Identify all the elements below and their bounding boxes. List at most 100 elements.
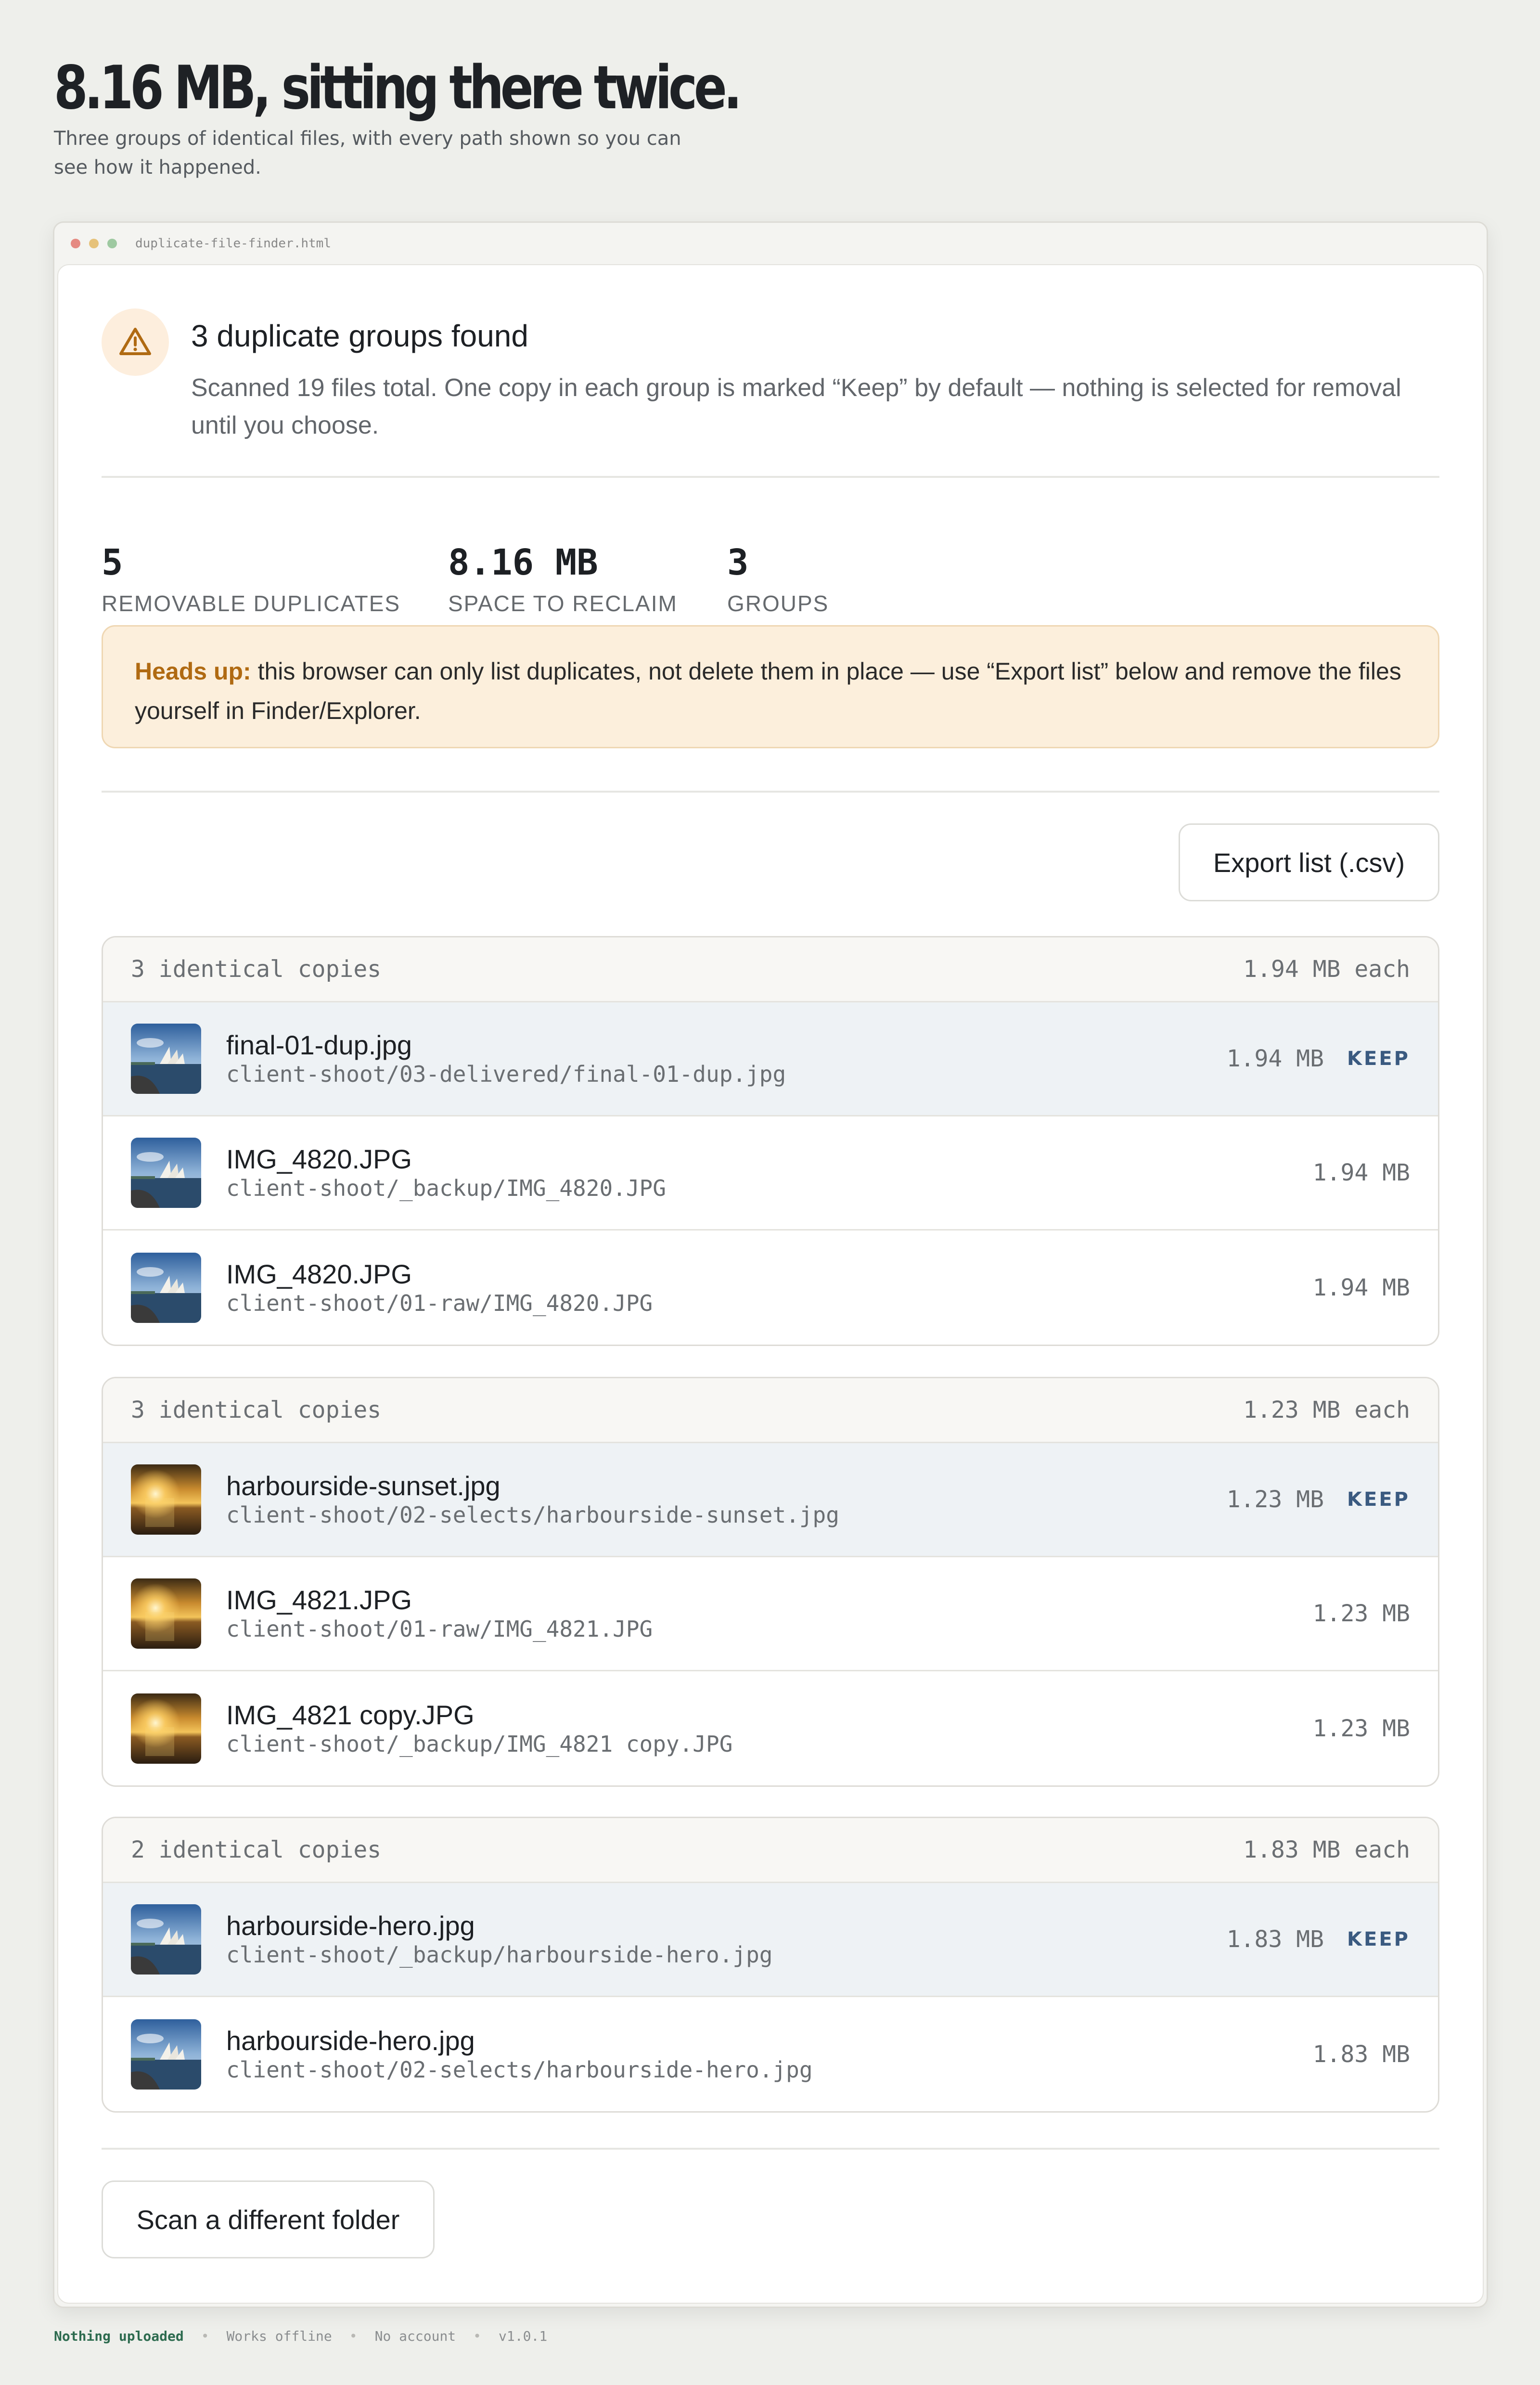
- scan-different-folder-button[interactable]: Scan a different folder: [102, 2180, 435, 2258]
- app-panel: 3 duplicate groups found Scanned 19 file…: [57, 264, 1484, 2304]
- minimize-window-dot[interactable]: [89, 239, 99, 248]
- file-row[interactable]: harbourside-hero.jpg client-shoot/_backup…: [103, 1883, 1438, 1997]
- file-name: IMG_4821.JPG: [226, 1585, 412, 1615]
- keep-badge: KEEP: [1347, 1488, 1410, 1511]
- opera-house-thumbnail: [131, 2019, 201, 2090]
- opera-house-thumbnail: [131, 1138, 201, 1208]
- alert-description: Scanned 19 files total. One copy in each…: [191, 374, 1401, 439]
- duplicate-group: 3 identical copies 1.23 MB each harboursid…: [102, 1377, 1439, 1787]
- page-subtitle: Three groups of identical files, with ev…: [54, 128, 681, 179]
- keep-badge: KEEP: [1347, 1048, 1410, 1070]
- heads-up-notice: Heads up: this browser can only list dup…: [102, 625, 1439, 748]
- file-row[interactable]: IMG_4820.JPG client-shoot/01-raw/IMG_4820…: [103, 1231, 1438, 1345]
- browser-window: duplicate-file-finder.html 3 duplicate g…: [53, 221, 1488, 2308]
- window-titlebar: duplicate-file-finder.html: [54, 223, 1487, 264]
- group-size-each: 1.94 MB each: [1243, 956, 1410, 983]
- stat-space: 8.16 MB SPACE TO RECLAIM: [448, 543, 678, 616]
- file-name: harbourside-hero.jpg: [226, 1911, 475, 1941]
- maximize-window-dot[interactable]: [107, 239, 117, 248]
- group-size-each: 1.23 MB each: [1243, 1397, 1410, 1423]
- file-size: 1.23 MB: [1312, 1715, 1410, 1742]
- footer-separator: •: [349, 2328, 358, 2344]
- file-path: client-shoot/03-delivered/final-01-dup.j…: [226, 1061, 786, 1087]
- file-row[interactable]: IMG_4821 copy.JPG client-shoot/_backup/IM…: [103, 1671, 1438, 1785]
- file-row[interactable]: IMG_4821.JPG client-shoot/01-raw/IMG_4821…: [103, 1557, 1438, 1671]
- file-info: harbourside-hero.jpg client-shoot/02-sele…: [226, 2026, 1313, 2083]
- notice-text: this browser can only list duplicates, n…: [135, 658, 1401, 724]
- file-info: final-01-dup.jpg client-shoot/03-delivere…: [226, 1030, 1227, 1088]
- file-name: harbourside-hero.jpg: [226, 2025, 475, 2056]
- file-size: 1.23 MB: [1312, 1600, 1410, 1627]
- file-path: client-shoot/01-raw/IMG_4820.JPG: [226, 1290, 653, 1316]
- stat-value: 8.16 MB: [448, 542, 598, 583]
- file-path: client-shoot/_backup/harbourside-hero.jp…: [226, 1942, 773, 1968]
- group-header: 3 identical copies 1.94 MB each: [103, 937, 1438, 1002]
- footer-separator: •: [201, 2328, 209, 2344]
- group-copies-count: 3 identical copies: [131, 1397, 382, 1423]
- sunset-thumbnail: [131, 1464, 201, 1535]
- divider: [102, 476, 1439, 478]
- stat-groups: 3 GROUPS: [727, 543, 829, 616]
- file-path: client-shoot/02-selects/harbourside-suns…: [226, 1502, 839, 1528]
- opera-house-thumbnail: [131, 1252, 201, 1323]
- stat-label: SPACE TO RECLAIM: [448, 591, 678, 616]
- sunset-thumbnail: [131, 1578, 201, 1649]
- file-path: client-shoot/02-selects/harbourside-hero…: [226, 2056, 813, 2083]
- file-row[interactable]: harbourside-hero.jpg client-shoot/02-sele…: [103, 1997, 1438, 2111]
- file-size: 1.83 MB: [1312, 2040, 1410, 2068]
- file-info: harbourside-sunset.jpg client-shoot/02-se…: [226, 1471, 1227, 1528]
- keep-badge: KEEP: [1347, 1928, 1410, 1950]
- stat-removable: 5 REMOVABLE DUPLICATES: [102, 543, 400, 616]
- footer-item: Nothing uploaded: [54, 2328, 184, 2344]
- file-name: IMG_4820.JPG: [226, 1258, 412, 1289]
- file-row[interactable]: harbourside-sunset.jpg client-shoot/02-se…: [103, 1443, 1438, 1557]
- file-size: 1.94 MB: [1312, 1274, 1410, 1301]
- warning-triangle-icon: [102, 308, 169, 376]
- file-info: IMG_4820.JPG client-shoot/01-raw/IMG_4820…: [226, 1259, 1313, 1317]
- stats-row: 5 REMOVABLE DUPLICATES 8.16 MB SPACE TO …: [102, 543, 1439, 616]
- close-window-dot[interactable]: [71, 239, 80, 248]
- file-info: IMG_4820.JPG client-shoot/_backup/IMG_482…: [226, 1144, 1313, 1202]
- footer: Nothing uploaded • Works offline • No ac…: [54, 2328, 547, 2344]
- file-size: 1.94 MB: [1312, 1159, 1410, 1186]
- stat-value: 3: [727, 542, 749, 583]
- group-header: 3 identical copies 1.23 MB each: [103, 1378, 1438, 1443]
- sunset-thumbnail: [131, 1693, 201, 1764]
- file-info: IMG_4821 copy.JPG client-shoot/_backup/IM…: [226, 1700, 1313, 1757]
- result-alert: 3 duplicate groups found Scanned 19 file…: [102, 308, 1439, 443]
- duplicate-group: 2 identical copies 1.83 MB each harboursid…: [102, 1817, 1439, 2113]
- divider: [102, 791, 1439, 793]
- footer-separator: •: [473, 2328, 482, 2344]
- file-name: IMG_4820.JPG: [226, 1144, 412, 1174]
- divider: [102, 2148, 1439, 2150]
- file-info: IMG_4821.JPG client-shoot/01-raw/IMG_4821…: [226, 1585, 1313, 1642]
- group-copies-count: 2 identical copies: [131, 1836, 382, 1863]
- file-name: harbourside-sunset.jpg: [226, 1471, 500, 1501]
- window-filename: duplicate-file-finder.html: [135, 236, 331, 251]
- file-size: 1.83 MB: [1226, 1926, 1324, 1953]
- file-row[interactable]: final-01-dup.jpg client-shoot/03-delivere…: [103, 1002, 1438, 1116]
- file-name: final-01-dup.jpg: [226, 1030, 412, 1060]
- footer-item: No account: [374, 2328, 456, 2344]
- group-size-each: 1.83 MB each: [1243, 1836, 1410, 1863]
- file-path: client-shoot/_backup/IMG_4820.JPG: [226, 1175, 666, 1201]
- footer-item: v1.0.1: [499, 2328, 548, 2344]
- page-header: 8.16 MB, sitting there twice. Three grou…: [54, 52, 776, 182]
- stat-label: GROUPS: [727, 591, 829, 616]
- group-header: 2 identical copies 1.83 MB each: [103, 1818, 1438, 1883]
- file-path: client-shoot/_backup/IMG_4821 copy.JPG: [226, 1731, 733, 1757]
- footer-item: Works offline: [226, 2328, 332, 2344]
- file-path: client-shoot/01-raw/IMG_4821.JPG: [226, 1616, 653, 1642]
- file-row[interactable]: IMG_4820.JPG client-shoot/_backup/IMG_482…: [103, 1116, 1438, 1231]
- duplicate-group: 3 identical copies 1.94 MB each final-01-d…: [102, 936, 1439, 1346]
- notice-label: Heads up:: [135, 658, 251, 685]
- page-title: 8.16 MB, sitting there twice.: [54, 53, 742, 123]
- file-info: harbourside-hero.jpg client-shoot/_backup…: [226, 1911, 1227, 1968]
- file-size: 1.23 MB: [1226, 1486, 1324, 1513]
- stat-label: REMOVABLE DUPLICATES: [102, 591, 401, 616]
- opera-house-thumbnail: [131, 1904, 201, 1975]
- stat-value: 5: [102, 542, 123, 583]
- export-list-button[interactable]: Export list (.csv): [1179, 823, 1439, 901]
- file-name: IMG_4821 copy.JPG: [226, 1699, 475, 1730]
- opera-house-thumbnail: [131, 1024, 201, 1094]
